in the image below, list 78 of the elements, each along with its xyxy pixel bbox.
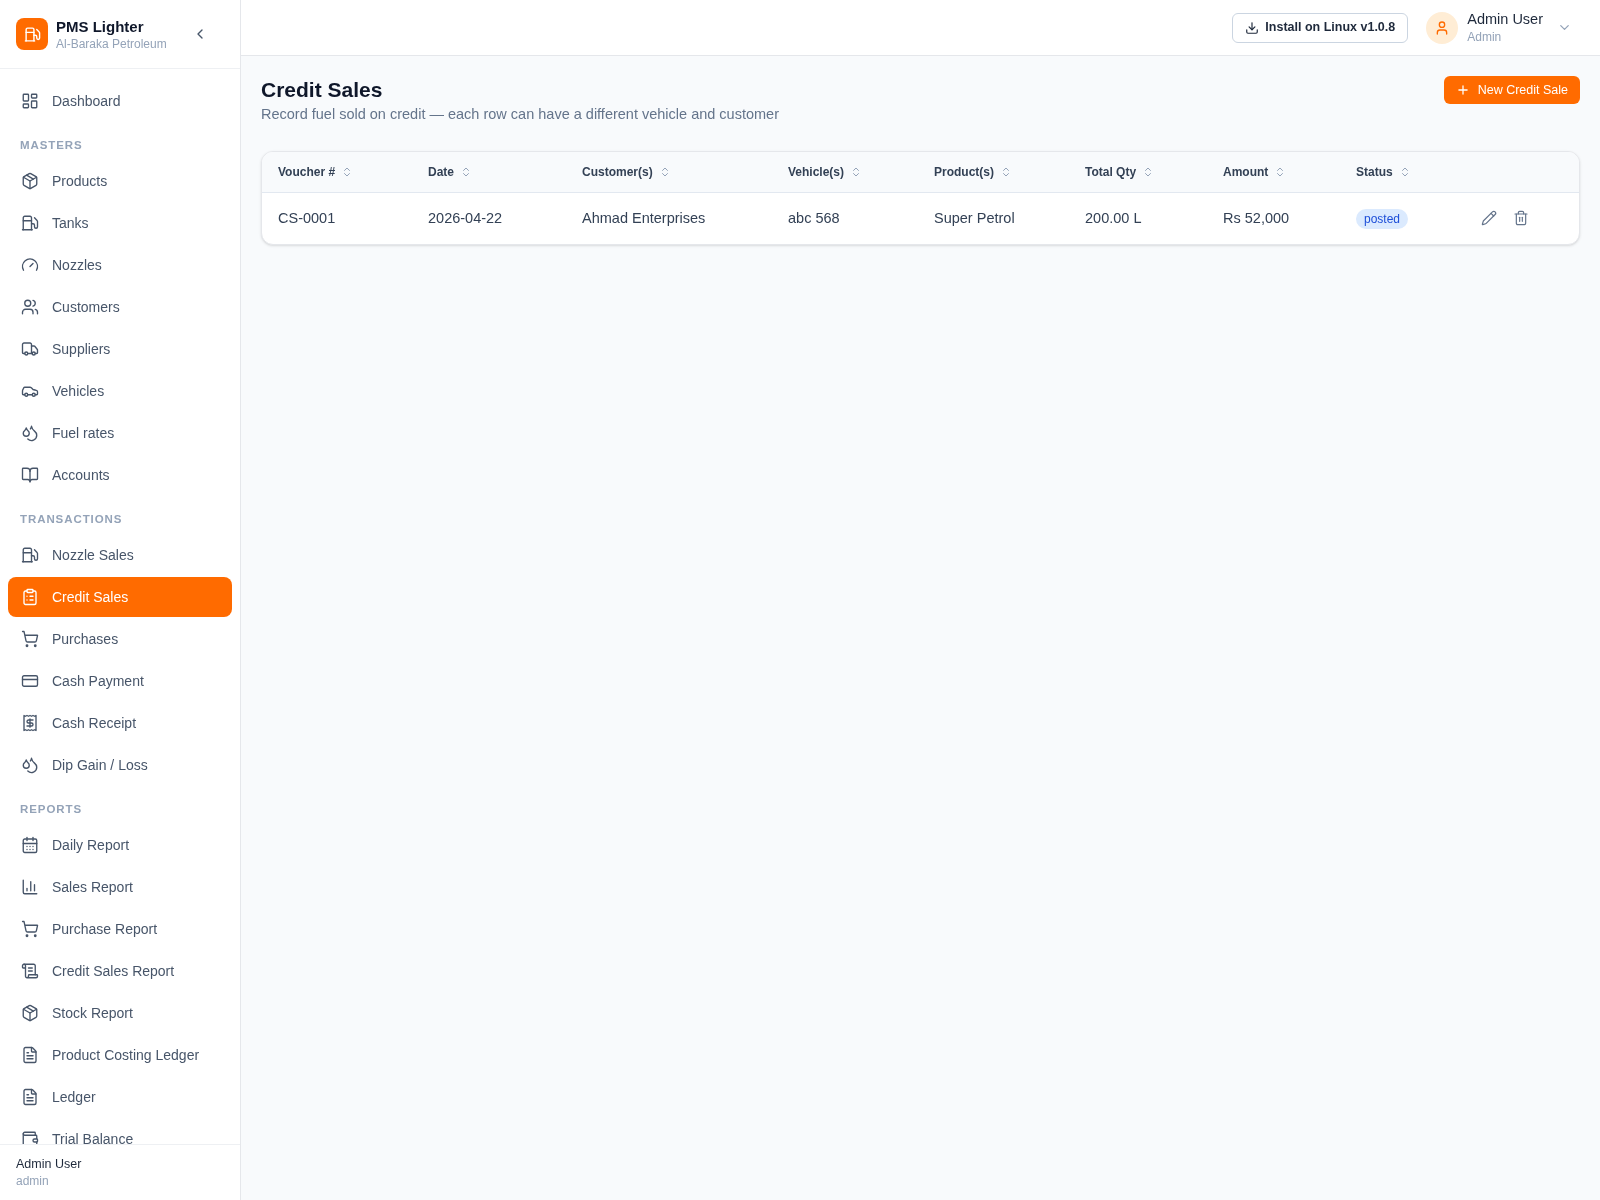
plus-icon (1455, 83, 1470, 97)
column-header[interactable]: Status (1356, 162, 1411, 181)
logo-icon (16, 18, 48, 50)
fuel-pump-icon (21, 214, 39, 232)
gauge-icon (21, 256, 39, 274)
package-icon (21, 1004, 39, 1022)
table-cell: Ahmad Enterprises (582, 210, 706, 227)
scroll-icon (21, 962, 39, 980)
sidebar-item[interactable]: Nozzle Sales (8, 535, 232, 575)
page-title: Credit Sales (261, 77, 384, 103)
users-icon (21, 298, 39, 316)
droplets-icon (21, 424, 39, 442)
sidebar-item[interactable]: Fuel rates (8, 413, 232, 453)
sidebar-item[interactable]: Daily Report (8, 825, 232, 865)
truck-icon (21, 340, 39, 358)
sidebar-item[interactable]: Ledger (8, 1077, 232, 1117)
document-icon (21, 1088, 39, 1106)
table-cell: abc 568 (788, 210, 840, 227)
sidebar-item[interactable]: Purchase Report (8, 909, 232, 949)
package-icon (21, 172, 39, 190)
section-heading: MASTERS (19, 138, 84, 153)
pencil-icon (1481, 210, 1497, 227)
user-avatar-icon[interactable] (1426, 11, 1459, 44)
sidebar-item[interactable]: Purchases (8, 619, 232, 659)
sidebar-item[interactable]: Suppliers (8, 329, 232, 369)
brand-title: PMS Lighter (56, 16, 145, 36)
table-cell: CS-0001 (278, 210, 336, 227)
column-header[interactable]: Customer(s) (582, 162, 671, 181)
table-cell: 200.00 L (1085, 210, 1142, 227)
sidebar-item[interactable]: Dashboard (8, 81, 232, 121)
install-button[interactable]: Install on Linux v1.0.8 (1232, 12, 1409, 43)
user-name[interactable]: Admin User (1467, 10, 1543, 29)
section-heading: REPORTS (19, 802, 84, 817)
user-role: Admin (1467, 29, 1503, 45)
receipt-icon (21, 714, 39, 732)
sidebar-item[interactable]: Dip Gain / Loss (8, 745, 232, 785)
sort-icon (1000, 165, 1012, 178)
brand-subtitle: Al-Baraka Petroleum (56, 35, 167, 52)
open-book-icon (21, 466, 39, 484)
sidebar-item[interactable]: Sales Report (8, 867, 232, 907)
sidebar-item[interactable]: Vehicles (8, 371, 232, 411)
column-header[interactable]: Product(s) (934, 162, 1012, 181)
sidebar-item[interactable]: Credit Sales Report (8, 951, 232, 991)
bar-chart-icon (21, 878, 39, 896)
footer-user-role: admin (16, 1173, 50, 1189)
trash-icon (1513, 210, 1529, 227)
section-heading: TRANSACTIONS (19, 512, 124, 527)
sidebar-item[interactable]: Stock Report (8, 993, 232, 1033)
sidebar-item[interactable]: Product Costing Ledger (8, 1035, 232, 1075)
credit-card-icon (21, 672, 39, 690)
table-cell: Rs 52,000 (1223, 210, 1290, 227)
calendar-icon (21, 836, 39, 854)
sidebar-item[interactable]: Tanks (8, 203, 232, 243)
column-header[interactable]: Date (428, 162, 472, 181)
column-header[interactable]: Total Qty (1085, 162, 1155, 181)
sidebar-item[interactable]: Customers (8, 287, 232, 327)
droplets-icon (21, 756, 39, 774)
download-icon (1245, 20, 1260, 35)
dashboard-grid-icon (21, 92, 39, 110)
sidebar-item[interactable]: Cash Payment (8, 661, 232, 701)
sidebar-item[interactable]: Accounts (8, 455, 232, 495)
sort-icon (460, 165, 472, 178)
fuel-pump-icon (21, 546, 39, 564)
cart-icon (21, 920, 39, 938)
table-cell: Super Petrol (934, 210, 1015, 227)
table-cell: 2026-04-22 (428, 210, 503, 227)
sidebar-item[interactable]: Nozzles (8, 245, 232, 285)
clipboard-icon (21, 588, 39, 606)
document-icon (21, 1046, 39, 1064)
cart-icon (21, 630, 39, 648)
status-badge: posted (1356, 209, 1409, 230)
column-header[interactable]: Vehicle(s) (788, 162, 863, 181)
sidebar-item[interactable]: Products (8, 161, 232, 201)
sidebar-item[interactable]: Cash Receipt (8, 703, 232, 743)
column-header[interactable]: Amount (1223, 162, 1287, 181)
page-subtitle: Record fuel sold on credit — each row can have a different vehicle and customer (261, 105, 779, 124)
footer-user-name: Admin User (16, 1156, 83, 1173)
column-header[interactable]: Voucher # (278, 162, 354, 181)
